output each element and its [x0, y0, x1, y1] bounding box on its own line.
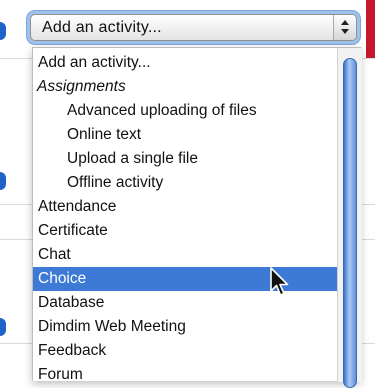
option-online-text[interactable]: Online text [33, 123, 333, 147]
option-attendance[interactable]: Attendance [33, 195, 333, 219]
option-list: Add an activity... Assignments Advanced … [33, 51, 339, 387]
option-chat[interactable]: Chat [33, 243, 333, 267]
scrollbar-track[interactable] [337, 48, 362, 388]
scrollbar-thumb[interactable] [343, 58, 357, 388]
mouse-pointer-icon [270, 267, 289, 296]
optgroup-assignments: Assignments [37, 78, 126, 95]
option-upload-single-file[interactable]: Upload a single file [33, 147, 333, 171]
select-value: Add an activity... [42, 19, 162, 36]
option-offline-activity[interactable]: Offline activity [33, 171, 333, 195]
option-choice[interactable]: Choice [33, 267, 339, 291]
accent-strip [366, 0, 375, 58]
option-certificate[interactable]: Certificate [33, 219, 333, 243]
arrow-up-icon [341, 20, 349, 25]
arrow-down-icon [341, 29, 349, 34]
option-add-activity[interactable]: Add an activity... [33, 51, 333, 75]
option-advanced-uploading[interactable]: Advanced uploading of files [33, 99, 333, 123]
option-forum[interactable]: Forum [33, 363, 333, 387]
option-feedback[interactable]: Feedback [33, 339, 333, 363]
up-down-arrows-icon[interactable] [333, 15, 356, 40]
add-activity-select[interactable]: Add an activity... [30, 14, 357, 41]
option-dimdim-web-meeting[interactable]: Dimdim Web Meeting [33, 315, 333, 339]
dropdown-menu: Add an activity... Assignments Advanced … [32, 47, 362, 388]
